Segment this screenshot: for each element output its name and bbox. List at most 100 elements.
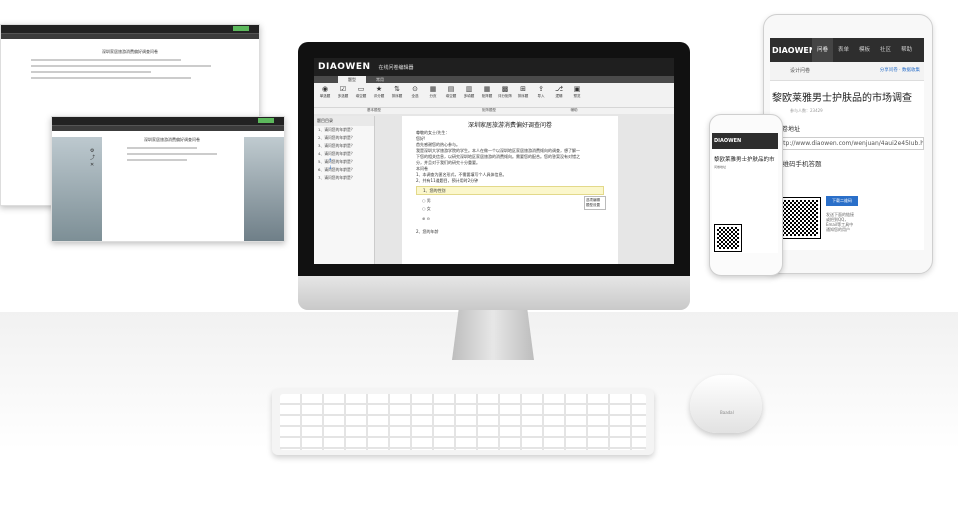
ribbon-button-10[interactable]: ▩ 评分矩阵 (496, 85, 514, 99)
delete-icon[interactable]: ✕ (90, 162, 95, 169)
multi-fill-icon: ▥ (465, 85, 473, 93)
ribbon-label: 排序题 (517, 94, 529, 98)
outline-item[interactable]: 7、请问您的年龄是？ (314, 174, 374, 182)
ribbon-button-0[interactable]: ◉ 单选题 (316, 85, 334, 99)
menu-question-settings[interactable]: 题型设置 (586, 203, 604, 208)
ipad-notes: 发送下面的链接 或把到QQ， Email等工具中 通知您的用户 (826, 212, 854, 232)
ipad-url-field[interactable]: http://www.diaowen.com/wenjuan/4aui2e45I… (774, 137, 924, 150)
ribbon-button-14[interactable]: ▣ 预览 (568, 85, 586, 99)
ipad-nav-community[interactable]: 社区 (875, 38, 896, 62)
share-icon[interactable]: ⤴ (90, 155, 95, 162)
fill-blank-icon: ▤ (447, 85, 455, 93)
ipad-qr-code (779, 197, 821, 239)
share-survey-link[interactable]: 分享问卷 (880, 68, 898, 73)
ribbon-label: 预览 (573, 94, 581, 98)
ribbon-button-2[interactable]: ▭ 填空题 (352, 85, 370, 99)
app-logo: DIAOWEN (318, 62, 371, 72)
tab-question-types[interactable]: 题型 (338, 76, 366, 83)
rating-icon: ▩ (501, 85, 509, 93)
tab-common[interactable]: 常用 (366, 76, 394, 83)
download-qr-button[interactable]: 下载二维码 (826, 196, 858, 206)
ribbon-label: 多填题 (463, 94, 475, 98)
browser-screenshot-2: 深圳家居旅游消费偏好调查问卷 (51, 116, 285, 242)
iphone-logo: DIAOWEN (714, 138, 742, 144)
outline-item[interactable]: 1、请问您的年龄是？ (314, 126, 374, 134)
question-1-text: 您的性别 (429, 188, 446, 193)
ribbon-button-6[interactable]: ▦ 分页 (424, 85, 442, 99)
intro-line: 2、共有11道题目，预计用时2分钟 (416, 178, 479, 183)
iphone-qr-code (714, 224, 742, 252)
option-male[interactable]: ○ 男 (422, 198, 598, 204)
question-outline: 题目目录 1、请问您的年龄是？ 2、请问您的年龄是？ 3、请问您的年龄是？ 4、请问您… (314, 116, 375, 264)
outline-item[interactable]: 4、请问您的年龄是？ (314, 150, 374, 158)
select-all-icon: ⊙ (412, 85, 418, 93)
keyboard (272, 389, 654, 455)
outline-item[interactable]: 3、请问您的年龄是？ (314, 142, 374, 150)
ribbon-button-12[interactable]: ⇪ 导入 (532, 85, 550, 99)
ribbon-label: 评分题 (373, 94, 385, 98)
intro-line: 分，并且对于我们的研究十分重要。 (416, 160, 480, 165)
radio-icon: ◉ (321, 85, 329, 93)
ribbon-label: 逻辑 (555, 94, 563, 98)
ipad-nav-survey[interactable]: 问卷 (812, 38, 834, 62)
ribbon-label: 填空题 (445, 94, 457, 98)
fill-icon: ▭ (357, 85, 365, 93)
ribbon-button-13[interactable]: ⎇ 逻辑 (550, 85, 568, 99)
preview-icon: ▣ (573, 85, 581, 93)
settings-icon[interactable]: ⚙ (90, 148, 95, 155)
ipad-survey-title: 黎欧莱雅男士护肤品的市场调查 (772, 93, 912, 104)
ipad-subbar: 设计问卷 分享问卷 · 数据收集 (770, 62, 924, 81)
shot1-title: 深圳家居旅游消费偏好调查问卷 (102, 49, 158, 54)
ribbon-button-3[interactable]: ★ 评分题 (370, 85, 388, 99)
sort-icon: ⇅ (394, 85, 400, 93)
ribbon-button-9[interactable]: ▦ 矩阵题 (478, 85, 496, 99)
matrix-icon: ▦ (483, 85, 491, 93)
ribbon-button-7[interactable]: ▤ 填空题 (442, 85, 460, 99)
question-1-box[interactable]: 1、您的性别 (416, 186, 604, 195)
ipad-note-line: 通知您的用户 (826, 227, 850, 232)
ribbon-button-11[interactable]: ⊞ 排序题 (514, 85, 532, 99)
ipad-topbar: DIAOWEN 问卷 表单 模板 社区 帮助 (770, 38, 924, 62)
ipad-nav-form[interactable]: 表单 (833, 38, 854, 62)
move-down-icon[interactable]: ↓ (328, 165, 332, 172)
ribbon-label: 分页 (429, 94, 437, 98)
outline-item[interactable]: 2、请问您的年龄是？ (314, 134, 374, 142)
ribbon-label: 评分矩阵 (498, 94, 512, 98)
question-side-menu: 选项编辑 题型设置 (584, 196, 606, 210)
question-move-tools: ↑ ↓ (328, 158, 332, 172)
add-option-icons[interactable]: ⊕ ⊖ (422, 216, 598, 221)
import-icon: ⇪ (538, 85, 544, 93)
iphone-survey-title: 黎欧莱雅男士护肤品的市 (714, 157, 775, 163)
ipad-nav-template[interactable]: 模板 (854, 38, 875, 62)
photo-right (244, 137, 284, 241)
mouse (690, 375, 762, 433)
ribbon-label: 排序题 (391, 94, 403, 98)
ribbon-label: 导入 (537, 94, 545, 98)
collect-data-link[interactable]: 数据收集 (902, 68, 920, 73)
outline-header: 题目目录 (314, 116, 374, 126)
ribbon-button-4[interactable]: ⇅ 排序题 (388, 85, 406, 99)
iphone-topbar: DIAOWEN (712, 133, 778, 149)
ipad-logo: DIAOWEN (772, 45, 816, 55)
intro-line: 首先感谢您的热心参与。 (416, 142, 460, 147)
ipad-meta: 参与人数：23429 (790, 108, 823, 113)
move-up-icon[interactable]: ↑ (328, 158, 332, 165)
ribbon-button-1[interactable]: ☑ 多选题 (334, 85, 352, 99)
ribbon-button-8[interactable]: ▥ 多填题 (460, 85, 478, 99)
mouse-logo: Baadal (720, 410, 734, 415)
survey-title: 深圳家居旅游消费偏好调查问卷 (467, 122, 552, 129)
editor-body: 题目目录 1、请问您的年龄是？ 2、请问您的年龄是？ 3、请问您的年龄是？ 4、请问您… (314, 114, 674, 264)
question-2-text: 2、您的年龄 (416, 229, 439, 234)
outline-item[interactable]: 5、请问您的年龄是？ (314, 158, 374, 166)
star-icon: ★ (375, 85, 383, 93)
imac-stand (452, 310, 534, 360)
ipad-nav-help[interactable]: 帮助 (896, 38, 917, 62)
outline-item[interactable]: 6、请问您的年龄是？ (314, 166, 374, 174)
design-survey-link[interactable]: 设计问卷 (790, 68, 810, 74)
intro-line: 尊敬的女士/先生： (416, 130, 450, 135)
survey-document: 深圳家居旅游消费偏好调查问卷 尊敬的女士/先生： 您好! 首先感谢您的热心参与。 我是… (402, 116, 618, 264)
ribbon-label: 全选 (411, 94, 419, 98)
ribbon-button-5[interactable]: ⊙ 全选 (406, 85, 424, 99)
ribbon-tabs: 题型 常用 (314, 76, 674, 83)
option-female[interactable]: ○ 女 (422, 206, 598, 212)
